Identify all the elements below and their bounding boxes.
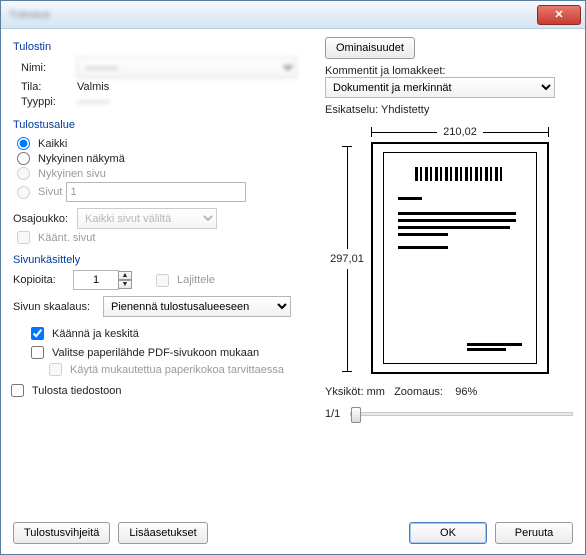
range-pages-input (66, 182, 246, 202)
range-pages-label: Sivut (38, 186, 62, 198)
ok-button[interactable]: OK (409, 522, 487, 544)
ruler-top: 210,02 (371, 126, 549, 138)
preview-document (398, 167, 522, 353)
comments-select[interactable]: Dokumentit ja merkinnät (325, 77, 555, 98)
collate-label: Lajittele (177, 274, 215, 286)
print-dialog: Tulostus ✕ Tulostin Nimi: ——— Tila: Valm… (0, 0, 586, 555)
page-indicator: 1/1 (325, 408, 340, 420)
ruler-left: 297,01 (325, 146, 369, 372)
reverse-pages-label: Käänt. sivut (38, 232, 95, 244)
paper-source-label: Valitse paperilähde PDF-sivukoon mukaan (52, 347, 259, 359)
barcode-icon (415, 167, 505, 181)
range-all-label: Kaikki (38, 138, 67, 150)
range-page-label: Nykyinen sivu (38, 168, 106, 180)
range-view-radio[interactable] (17, 152, 30, 165)
preview-page (371, 142, 549, 374)
close-button[interactable]: ✕ (537, 5, 581, 25)
print-to-file-label: Tulosta tiedostoon (32, 385, 121, 397)
units-value: mm (367, 386, 385, 398)
spinner-up-icon[interactable]: ▲ (118, 271, 132, 280)
print-to-file-checkbox[interactable] (11, 384, 24, 397)
range-all-radio[interactable] (17, 137, 30, 150)
printer-status-label: Tila: (21, 81, 77, 93)
slider-thumb[interactable] (351, 407, 361, 423)
printer-type-value: ——— (77, 96, 110, 108)
spinner-down-icon[interactable]: ▼ (118, 280, 132, 289)
printer-name-label: Nimi: (21, 62, 77, 74)
paper-source-checkbox[interactable] (31, 346, 44, 359)
printer-name-select[interactable]: ——— (77, 57, 297, 78)
range-view-label: Nykyinen näkymä (38, 153, 125, 165)
zoom-label: Zoomaus: (394, 386, 443, 398)
copies-input[interactable] (73, 270, 119, 290)
range-page-radio (17, 167, 30, 180)
preview-area: 210,02 297,01 (325, 120, 555, 380)
page-slider[interactable] (350, 412, 573, 416)
copies-spinner[interactable]: ▲ ▼ (118, 271, 132, 289)
units-zoom-row: Yksiköt: mm Zoomaus: 96% (325, 386, 573, 398)
printer-section-label: Tulostin (13, 41, 313, 53)
dialog-buttons: Tulostusvihjeitä Lisäasetukset OK Peruut… (13, 522, 573, 544)
printer-status-value: Valmis (77, 81, 109, 93)
collate-checkbox (156, 274, 169, 287)
scaling-select[interactable]: Pienennä tulostusalueeseen (103, 296, 291, 317)
printer-type-label: Tyyppi: (21, 96, 77, 108)
preview-width: 210,02 (443, 126, 477, 138)
window-title: Tulostus (9, 9, 50, 21)
comments-label: Kommentit ja lomakkeet: (325, 65, 573, 77)
custom-paper-label: Käytä mukautettua paperikokoa tarvittaes… (70, 364, 284, 376)
handling-section-label: Sivunkäsittely (13, 254, 313, 266)
print-range-group: Kaikki Nykyinen näkymä Nykyinen sivu Siv… (13, 135, 313, 204)
properties-button[interactable]: Ominaisuudet (325, 37, 415, 59)
units-label: Yksiköt: (325, 386, 364, 398)
titlebar: Tulostus ✕ (1, 1, 585, 29)
copies-label: Kopioita: (13, 274, 73, 286)
range-section-label: Tulostusalue (13, 119, 313, 131)
zoom-value: 96% (455, 386, 477, 398)
preview-height: 297,01 (330, 253, 364, 265)
cancel-button[interactable]: Peruuta (495, 522, 573, 544)
subset-select: Kaikki sivut väliltä (77, 208, 217, 229)
scaling-label: Sivun skaalaus: (13, 301, 103, 313)
custom-paper-checkbox (49, 363, 62, 376)
reverse-pages-checkbox (17, 231, 30, 244)
advanced-button[interactable]: Lisäasetukset (118, 522, 207, 544)
close-icon: ✕ (554, 8, 563, 21)
rotate-center-checkbox[interactable] (31, 327, 44, 340)
rotate-center-label: Käännä ja keskitä (52, 328, 139, 340)
preview-label: Esikatselu: Yhdistetty (325, 104, 573, 116)
print-tips-button[interactable]: Tulostusvihjeitä (13, 522, 110, 544)
subset-label: Osajoukko: (13, 213, 77, 225)
range-pages-radio (17, 186, 30, 199)
